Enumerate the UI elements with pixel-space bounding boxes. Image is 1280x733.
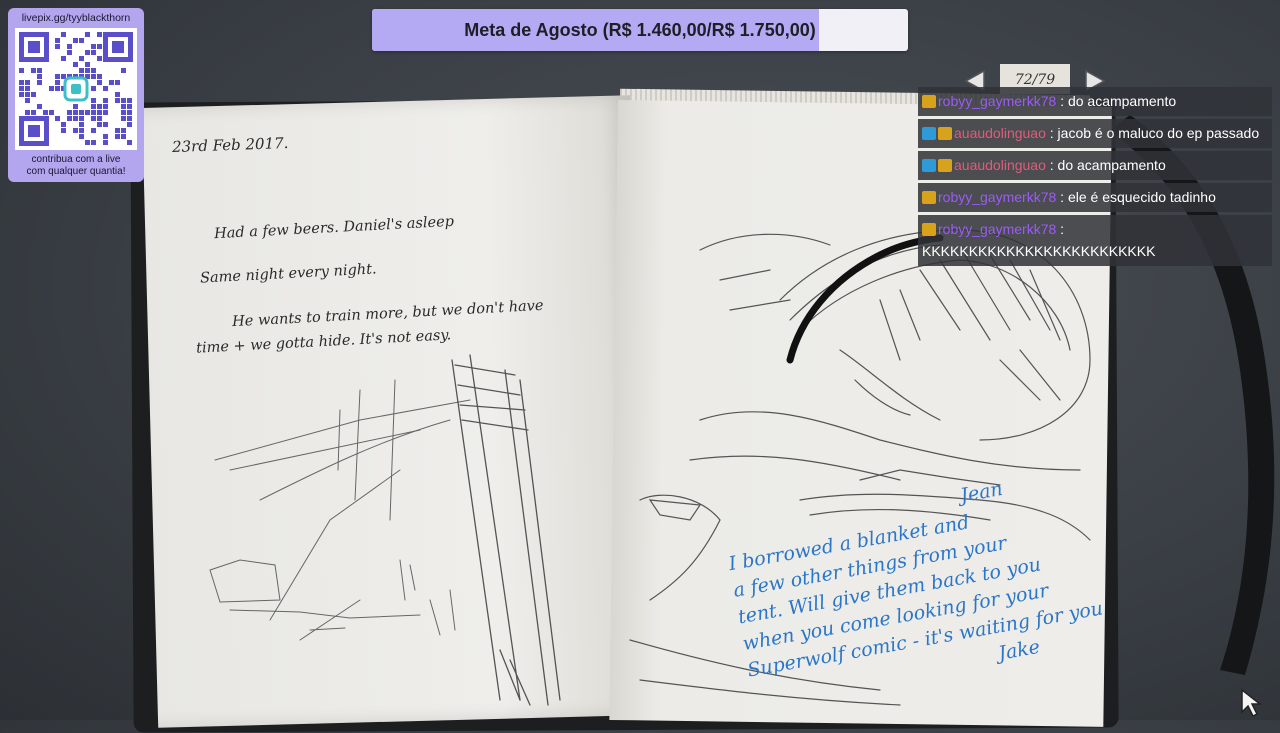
crown-badge-icon	[938, 159, 952, 172]
stream-chat: robyy_gaymerkk78 : do acampamento auaudol…	[918, 87, 1272, 269]
moderator-badge-icon	[922, 127, 936, 140]
chat-username[interactable]: auaudolinguao	[954, 125, 1046, 141]
chat-username[interactable]: robyy_gaymerkk78	[938, 221, 1056, 237]
mouse-cursor-icon	[1241, 688, 1263, 718]
qr-code-icon	[15, 28, 137, 150]
chat-text: do acampamento	[1067, 93, 1177, 109]
chat-separator: :	[1045, 125, 1058, 141]
chat-message: auaudolinguao : do acampamento	[918, 151, 1272, 180]
chat-text: jacob é o maluco do ep passado	[1057, 125, 1260, 141]
donation-goal-bar: Meta de Agosto (R$ 1.460,00/R$ 1.750,00)	[372, 9, 908, 51]
caption-line: contribua com a live	[31, 154, 121, 165]
caption-line: com qualquer quantia!	[26, 166, 126, 177]
chat-message: robyy_gaymerkk78 : ele é esquecido tadin…	[918, 183, 1272, 212]
chat-username[interactable]: robyy_gaymerkk78	[938, 189, 1056, 205]
donation-caption: contribua com a live com qualquer quanti…	[8, 154, 144, 178]
crown-badge-icon	[922, 95, 936, 108]
crown-badge-icon	[922, 191, 936, 204]
crown-badge-icon	[922, 223, 936, 236]
chat-username[interactable]: robyy_gaymerkk78	[938, 93, 1056, 109]
donation-qr-card: livepix.gg/tyyblackthorn contribua com a…	[8, 8, 144, 182]
chat-separator: :	[1056, 189, 1068, 205]
moderator-badge-icon	[922, 159, 936, 172]
chat-text: do acampamento	[1057, 157, 1166, 173]
chat-text: KKKKKKKKKKKKKKKKKKKKKKKKK	[922, 243, 1156, 259]
chat-text: ele é esquecido tadinho	[1067, 189, 1216, 205]
crown-badge-icon	[938, 127, 952, 140]
chat-separator: :	[1056, 93, 1068, 109]
chat-username[interactable]: auaudolinguao	[954, 157, 1046, 173]
chat-separator: :	[1056, 221, 1065, 237]
chat-message: auaudolinguao : jacob é o maluco do ep p…	[918, 119, 1272, 148]
chat-separator: :	[1045, 157, 1058, 173]
chat-message: robyy_gaymerkk78 : do acampamento	[918, 87, 1272, 116]
chat-message: robyy_gaymerkk78 : KKKKKKKKKKKKKKKKKKKKK…	[918, 215, 1272, 266]
donation-url: livepix.gg/tyyblackthorn	[21, 12, 131, 24]
goal-label: Meta de Agosto (R$ 1.460,00/R$ 1.750,00)	[464, 19, 816, 40]
